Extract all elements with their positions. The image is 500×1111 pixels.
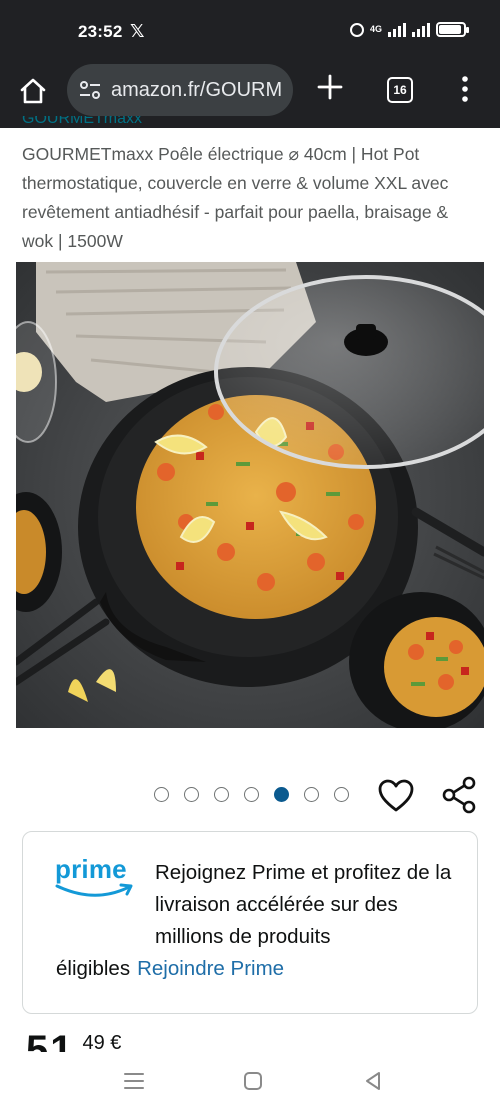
more-vert-icon[interactable] xyxy=(455,74,475,104)
product-title: GOURMETmaxx Poêle électrique ⌀ 40cm | Ho… xyxy=(22,144,449,251)
carousel-dot[interactable] xyxy=(304,787,319,802)
price: 51 49 € xyxy=(26,1030,121,1052)
carousel-dot[interactable] xyxy=(334,787,349,802)
url-text: amazon.fr/GOURMETmaxx xyxy=(111,78,281,101)
heart-icon[interactable] xyxy=(378,779,414,813)
address-bar[interactable]: amazon.fr/GOURMETmaxx xyxy=(67,64,293,116)
carousel-dot[interactable] xyxy=(184,787,199,802)
home-icon[interactable] xyxy=(18,76,48,106)
status-bar: 23:52 𝕏 4G xyxy=(0,0,500,64)
plus-icon[interactable] xyxy=(316,73,344,101)
join-prime-link[interactable]: Rejoindre Prime xyxy=(137,957,284,980)
battery-icon xyxy=(436,22,469,37)
carousel-dot[interactable] xyxy=(154,787,169,802)
alarm-icon xyxy=(349,22,364,37)
x-app-icon: 𝕏 xyxy=(130,21,145,41)
prime-promo-text-end: éligibles Rejoindre Prime xyxy=(56,957,285,980)
carousel-dot[interactable] xyxy=(214,787,229,802)
signal-icon-2 xyxy=(412,22,430,37)
nav-home-icon[interactable] xyxy=(244,1072,262,1090)
status-time: 23:52 xyxy=(78,22,123,41)
share-icon[interactable] xyxy=(441,776,477,814)
network-type: 4G xyxy=(369,24,382,34)
price-whole: 51 xyxy=(26,1030,75,1052)
carousel-dot[interactable] xyxy=(244,787,259,802)
brand-link[interactable]: GOURMETmaxx xyxy=(22,116,142,130)
prime-logo: prime xyxy=(55,856,135,905)
price-cents: 49 € xyxy=(82,1032,122,1052)
signal-icon xyxy=(388,22,406,37)
system-nav-bar xyxy=(0,1052,500,1111)
status-icons: 4G xyxy=(349,22,469,37)
prime-promo-text: Rejoignez Prime et profitez de la livrai… xyxy=(155,861,452,948)
carousel-dot-active[interactable] xyxy=(274,787,289,802)
paella-pan-photo xyxy=(16,262,484,728)
back-icon[interactable] xyxy=(363,1071,383,1091)
tab-switcher-button[interactable]: 16 xyxy=(387,77,413,103)
prime-promo-card: prime Rejoignez Prime et profitez de la … xyxy=(22,831,478,1014)
product-image[interactable] xyxy=(16,262,484,728)
image-carousel-dots[interactable] xyxy=(154,787,349,802)
tune-icon[interactable] xyxy=(79,80,101,100)
prime-smile-icon xyxy=(55,883,133,897)
recents-icon[interactable] xyxy=(123,1072,145,1090)
